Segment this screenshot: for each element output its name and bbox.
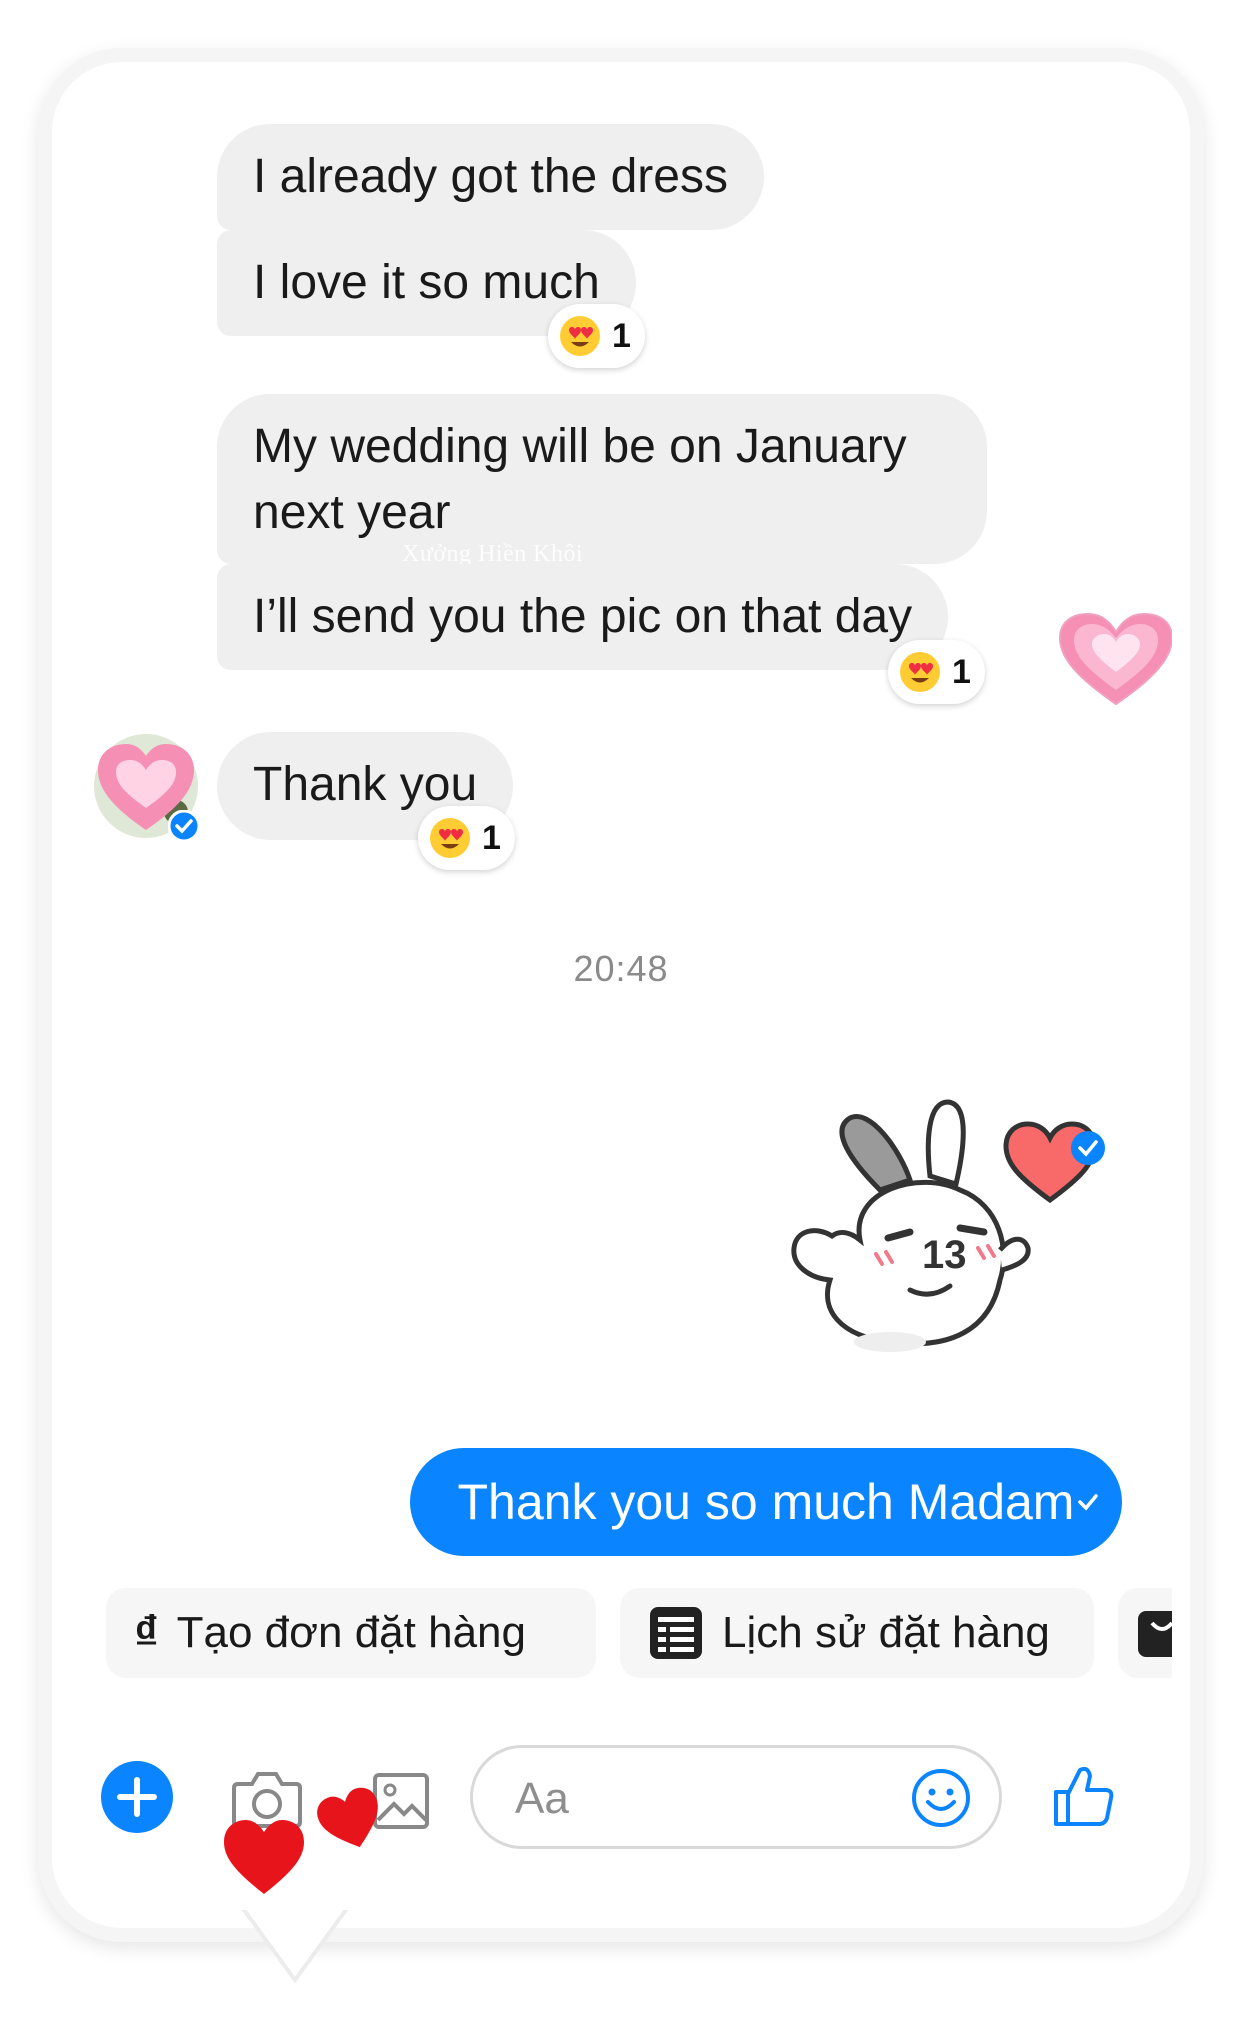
bunny-heart-sticker[interactable]: 13	[750, 1080, 1110, 1380]
chat-window: I already got the dress I love it so muc…	[70, 80, 1172, 1910]
message-input-container[interactable]	[470, 1745, 1002, 1849]
reaction-count: 1	[952, 652, 971, 691]
red-heart-icon	[224, 1820, 304, 1894]
dong-currency-icon: ₫	[134, 1606, 159, 1660]
emoji-icon[interactable]	[911, 1768, 971, 1828]
shopping-bag-icon	[1138, 1611, 1172, 1657]
message-bubble[interactable]: My wedding will be on January next year	[217, 394, 987, 564]
quick-reply-label: Tạo đơn đặt hàng	[176, 1608, 526, 1657]
heart-eyes-emoji-icon	[560, 316, 600, 356]
plus-icon[interactable]	[100, 1760, 174, 1834]
seen-check-icon	[1071, 1131, 1105, 1165]
message-reaction[interactable]: 1	[888, 640, 985, 704]
quick-reply-label: Lịch sử đặt hàng	[722, 1608, 1050, 1657]
message-bubble[interactable]: I already got the dress	[217, 124, 764, 230]
message-reaction[interactable]: 1	[418, 806, 515, 870]
thumbs-up-icon[interactable]	[1050, 1760, 1120, 1830]
seen-check-icon	[1071, 1485, 1105, 1519]
message-bubble[interactable]: I’ll send you the pic on that day	[217, 564, 949, 670]
message-reaction[interactable]: 1	[548, 304, 645, 368]
verified-badge-icon	[168, 810, 200, 842]
heart-eyes-emoji-icon	[900, 652, 940, 692]
sent-message-bubble[interactable]: Thank you so much Madam	[410, 1448, 1122, 1556]
order-list-icon	[650, 1607, 702, 1659]
sticker-text: 13	[922, 1233, 967, 1277]
message-timestamp: 20:48	[573, 948, 669, 989]
quick-reply-order-history[interactable]: Lịch sử đặt hàng	[620, 1588, 1094, 1678]
avatar[interactable]	[92, 732, 200, 842]
quick-reply-create-order[interactable]: ₫ Tạo đơn đặt hàng	[106, 1588, 596, 1678]
reaction-count: 1	[482, 818, 501, 857]
quick-reply-more[interactable]	[1118, 1588, 1172, 1678]
reaction-count: 1	[612, 316, 631, 355]
message-input[interactable]	[513, 1766, 897, 1832]
pink-heart-icon	[1058, 612, 1172, 706]
heart-eyes-emoji-icon	[430, 818, 470, 858]
